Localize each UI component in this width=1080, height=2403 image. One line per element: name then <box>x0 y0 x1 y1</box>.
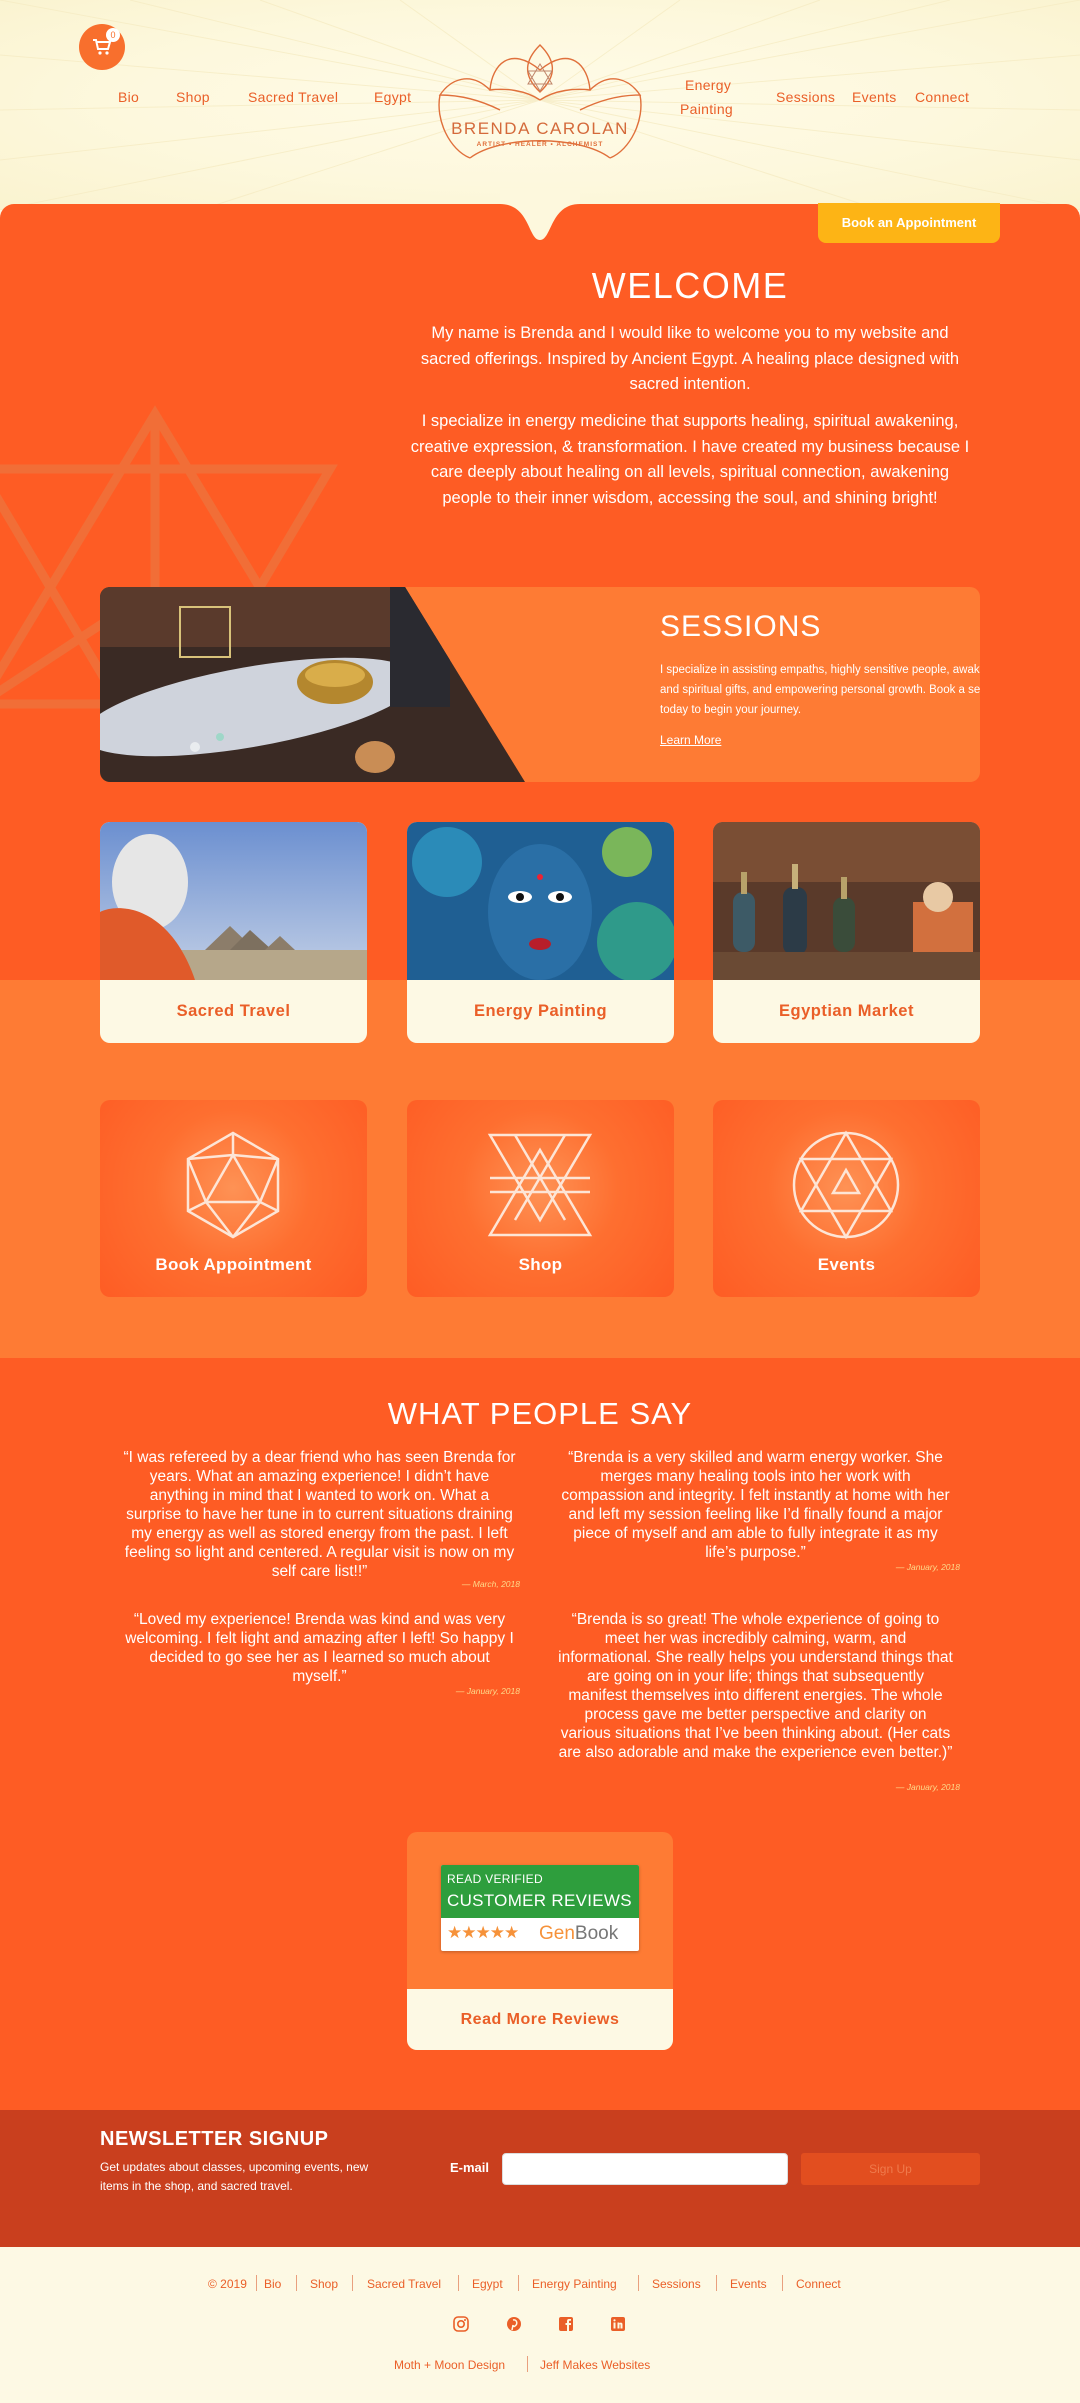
pinterest-icon[interactable] <box>505 2315 523 2333</box>
welcome-paragraph-2: I specialize in energy medicine that sup… <box>410 412 970 507</box>
icosahedron-icon <box>186 1131 280 1239</box>
book-appointment-label: Book Appointment <box>155 1255 312 1274</box>
nav-bio[interactable]: Bio <box>118 89 139 105</box>
sacred-travel-label: Sacred Travel <box>176 1002 291 1020</box>
footer-link-sacred-travel[interactable]: Sacred Travel <box>367 2277 441 2291</box>
testimonial-quote: “I was refereed by a dear friend who has… <box>123 1449 516 1580</box>
header-notch <box>500 188 580 240</box>
circle-triangles-icon <box>792 1130 900 1240</box>
genbook-logo: GenBook <box>539 1923 618 1945</box>
shop-label: Shop <box>518 1255 563 1274</box>
sign-up-button[interactable]: Sign Up <box>801 2153 980 2185</box>
sessions-photo <box>100 587 525 782</box>
footer-link-sessions[interactable]: Sessions <box>652 2277 701 2291</box>
nav-energy-painting-line2[interactable]: Painting <box>680 101 733 117</box>
shop-card[interactable]: Shop <box>407 1100 674 1297</box>
footer-link-events[interactable]: Events <box>730 2277 767 2291</box>
linkedin-icon[interactable] <box>609 2315 627 2333</box>
footer-link-egypt[interactable]: Egypt <box>472 2277 503 2291</box>
genbook-logo-gen: Gen <box>539 1923 575 1944</box>
instagram-icon[interactable] <box>452 2315 470 2333</box>
newsletter-title: NEWSLETTER SIGNUP <box>100 2128 329 2150</box>
energy-painting-label: Energy Painting <box>473 1002 608 1020</box>
cart-count-badge: 0 <box>106 28 120 42</box>
nav-shop[interactable]: Shop <box>176 89 210 105</box>
triangles-grid-icon <box>487 1133 593 1237</box>
nav-sacred-travel[interactable]: Sacred Travel <box>248 89 338 105</box>
read-more-reviews-link[interactable]: Read More Reviews <box>407 1989 673 2050</box>
events-card[interactable]: Events <box>713 1100 980 1297</box>
site-footer <box>0 2247 1080 2403</box>
welcome-title: WELCOME <box>591 265 789 306</box>
testimonial-quote: “Brenda is so great! The whole experienc… <box>558 1611 953 1761</box>
reviews-card[interactable]: READ VERIFIED CUSTOMER REVIEWS ★★★★★ Gen… <box>407 1832 673 2050</box>
nav-energy-painting-line1[interactable]: Energy <box>685 77 731 93</box>
email-field[interactable] <box>502 2153 788 2185</box>
book-appointment-button[interactable]: Book an Appointment <box>818 203 1000 243</box>
sessions-card[interactable]: SESSIONS I specialize in assisting empat… <box>100 587 980 782</box>
footer-link-bio[interactable]: Bio <box>264 2277 281 2291</box>
badge-line-1: READ VERIFIED <box>447 1872 543 1886</box>
nav-sessions[interactable]: Sessions <box>776 89 835 105</box>
nav-egypt[interactable]: Egypt <box>374 89 411 105</box>
egyptian-market-photo <box>713 822 980 980</box>
newsletter-description: Get updates about classes, upcoming even… <box>100 2160 369 2193</box>
egyptian-market-label: Egyptian Market <box>779 1002 914 1020</box>
email-label: E-mail <box>450 2160 490 2175</box>
book-appointment-card[interactable]: Book Appointment <box>100 1100 367 1297</box>
egyptian-market-card[interactable]: Egyptian Market <box>713 822 980 1043</box>
energy-painting-photo <box>407 822 674 980</box>
badge-stars: ★★★★★ <box>447 1923 519 1942</box>
footer-link-shop[interactable]: Shop <box>310 2277 338 2291</box>
testimonial-quote: “Brenda is a very skilled and warm energ… <box>561 1449 950 1561</box>
sessions-title: SESSIONS <box>660 610 822 643</box>
testimonial-date: — March, 2018 <box>461 1579 520 1589</box>
testimonial-date: — January, 2018 <box>895 1562 960 1572</box>
footer-link-energy-painting[interactable]: Energy Painting <box>532 2277 617 2291</box>
testimonial-date: — January, 2018 <box>895 1782 960 1792</box>
nav-connect[interactable]: Connect <box>915 89 969 105</box>
credit-jeff-makes-websites[interactable]: Jeff Makes Websites <box>540 2358 650 2372</box>
events-label: Events <box>817 1255 876 1274</box>
testimonials-title: WHAT PEOPLE SAY <box>387 1396 693 1431</box>
nav-events[interactable]: Events <box>852 89 897 105</box>
footer-copyright: © 2019 <box>208 2277 247 2291</box>
genbook-verified-badge[interactable]: READ VERIFIED CUSTOMER REVIEWS ★★★★★ Gen… <box>441 1865 639 1951</box>
logo-tagline: ARTIST • HEALER • ALCHEMIST <box>476 141 604 148</box>
energy-painting-card[interactable]: Energy Painting <box>407 822 674 1043</box>
testimonial-date: — January, 2018 <box>455 1686 520 1696</box>
genbook-logo-book: Book <box>574 1923 619 1944</box>
sessions-learn-more-link[interactable]: Learn More <box>660 733 721 747</box>
testimonial-quote: “Loved my experience! Brenda was kind an… <box>125 1611 514 1685</box>
welcome-paragraph-1: My name is Brenda and I would like to we… <box>420 324 960 393</box>
logo-name: BRENDA CAROLAN <box>451 119 629 138</box>
credit-moth-moon[interactable]: Moth + Moon Design <box>394 2358 505 2372</box>
footer-link-connect[interactable]: Connect <box>796 2277 841 2291</box>
facebook-icon[interactable] <box>557 2315 575 2333</box>
badge-line-2: CUSTOMER REVIEWS <box>447 1891 632 1910</box>
sacred-travel-card[interactable]: Sacred Travel <box>100 822 367 1043</box>
pyramids-photo <box>100 822 367 980</box>
sessions-text: I specialize in assisting empaths, highl… <box>660 664 980 716</box>
